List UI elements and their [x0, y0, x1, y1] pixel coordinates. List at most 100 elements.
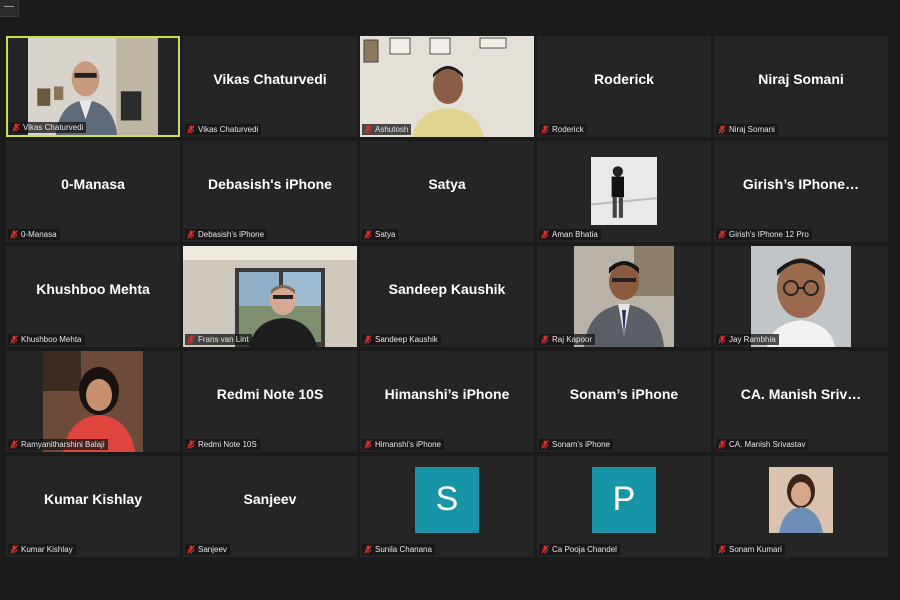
participant-name-label: Ashutosh [362, 124, 412, 135]
participant-display-name: Himanshi’s iPhone [384, 385, 510, 402]
participant-tile[interactable]: Ramyanitharshini Balaji [6, 351, 180, 452]
participant-display-name: Kumar Kishlay [43, 490, 143, 507]
participant-display-name: Sonam’s iPhone [569, 385, 679, 402]
participant-display-name: Niraj Somani [758, 70, 844, 87]
participant-name-text: Roderick [552, 125, 584, 134]
participant-display-name: Redmi Note 10S [216, 385, 324, 402]
participant-name-text: Himanshi's iPhone [375, 440, 442, 449]
muted-mic-icon [541, 440, 549, 449]
participant-name-label: Jay Rambhia [716, 334, 779, 345]
participant-name-text: Redmi Note 10S [198, 440, 257, 449]
muted-mic-icon [10, 545, 18, 554]
participant-name-text: Sonam Kumari [729, 545, 782, 554]
participant-name-label: Ramyanitharshini Balaji [8, 439, 108, 450]
participant-display-name: 0-Manasa [61, 175, 125, 192]
participant-tile[interactable]: Raj Kapoor [537, 246, 711, 347]
participant-tile[interactable]: P Ca Pooja Chandel [537, 456, 711, 557]
participant-profile-photo [574, 246, 674, 347]
participant-name-text: Kumar Kishlay [21, 545, 73, 554]
participant-name-label: Girish's IPhone 12 Pro [716, 229, 812, 240]
muted-mic-icon [187, 545, 195, 554]
participant-display-name: Debasish's iPhone [208, 175, 332, 192]
participant-display-name: Girish’s IPhone… [742, 175, 860, 192]
participant-name-text: Niraj Somani [729, 125, 775, 134]
participant-name-label: Sunila Chanana [362, 544, 435, 555]
muted-mic-icon [364, 335, 372, 344]
participant-display-name: Sandeep Kaushik [388, 280, 506, 297]
muted-mic-icon [187, 125, 195, 134]
participant-tile[interactable]: Niraj Somani Niraj Somani [714, 36, 888, 137]
participant-name-label: Sandeep Kaushik [362, 334, 441, 345]
muted-mic-icon [718, 125, 726, 134]
participant-profile-photo [43, 351, 143, 452]
muted-mic-icon [364, 440, 372, 449]
participant-display-name: Sanjeev [243, 490, 297, 507]
participant-name-text: Ca Pooja Chandel [552, 545, 617, 554]
participant-name-label: Redmi Note 10S [185, 439, 260, 450]
participant-tile[interactable]: S Sunila Chanana [360, 456, 534, 557]
participant-name-label: Debasish's iPhone [185, 229, 268, 240]
participant-profile-photo [751, 246, 851, 347]
participant-tile[interactable]: Frans van Lint [183, 246, 357, 347]
muted-mic-icon [541, 125, 549, 134]
participant-tile[interactable]: Ashutosh [360, 36, 534, 137]
participant-tile[interactable]: CA. Manish Sriv… CA. Manish Srivastav [714, 351, 888, 452]
participant-name-label: Satya [362, 229, 399, 240]
participant-tile[interactable]: Kumar Kishlay Kumar Kishlay [6, 456, 180, 557]
participant-name-text: CA. Manish Srivastav [729, 440, 806, 449]
muted-mic-icon [10, 230, 18, 239]
participant-name-text: Aman Bhatia [552, 230, 598, 239]
muted-mic-icon [541, 545, 549, 554]
participant-tile[interactable]: Satya Satya [360, 141, 534, 242]
participant-name-text: Vikas Chaturvedi [23, 123, 84, 132]
participant-profile-photo [769, 466, 833, 533]
participant-name-label: Vikas Chaturvedi [185, 124, 262, 135]
participant-video [183, 246, 357, 347]
participant-tile[interactable]: Sanjeev Sanjeev [183, 456, 357, 557]
participant-name-label: Raj Kapoor [539, 334, 596, 345]
participant-tile[interactable]: Debasish's iPhone Debasish's iPhone [183, 141, 357, 242]
muted-mic-icon [12, 123, 20, 132]
muted-mic-icon [364, 230, 372, 239]
participant-name-text: Frans van Lint [198, 335, 249, 344]
participant-tile[interactable]: Khushboo Mehta Khushboo Mehta [6, 246, 180, 347]
participant-tile[interactable]: Sandeep Kaushik Sandeep Kaushik [360, 246, 534, 347]
participant-tile[interactable]: Redmi Note 10S Redmi Note 10S [183, 351, 357, 452]
participant-name-label: Niraj Somani [716, 124, 778, 135]
muted-mic-icon [718, 335, 726, 344]
participant-name-label: Sonam's iPhone [539, 439, 614, 450]
participant-name-text: Sanjeev [198, 545, 227, 554]
muted-mic-icon [364, 125, 372, 134]
muted-mic-icon [187, 230, 195, 239]
participant-name-text: Ashutosh [375, 125, 409, 134]
participant-avatar-initial: P [592, 466, 656, 533]
participant-profile-photo [590, 157, 658, 225]
participant-name-text: Debasish's iPhone [198, 230, 265, 239]
participant-name-label: 0-Manasa [8, 229, 60, 240]
participant-name-text: Satya [375, 230, 396, 239]
gallery-grid: Vikas Chaturvedi Vikas Chaturvedi Vikas Ch… [6, 36, 890, 557]
participant-display-name: Satya [428, 175, 466, 192]
participant-tile[interactable]: Roderick Roderick [537, 36, 711, 137]
participant-name-label: Frans van Lint [185, 334, 252, 345]
participant-name-label: Kumar Kishlay [8, 544, 76, 555]
participant-tile[interactable]: Sonam Kumari [714, 456, 888, 557]
participant-tile[interactable]: Girish’s IPhone… Girish's IPhone 12 Pro [714, 141, 888, 242]
participant-tile[interactable]: Himanshi’s iPhone Himanshi's iPhone [360, 351, 534, 452]
participant-tile[interactable]: Jay Rambhia [714, 246, 888, 347]
participant-tile[interactable]: Sonam’s iPhone Sonam's iPhone [537, 351, 711, 452]
participant-tile[interactable]: Aman Bhatia [537, 141, 711, 242]
participant-name-label: Roderick [539, 124, 587, 135]
participant-name-label: Khushboo Mehta [8, 334, 85, 345]
participant-tile[interactable]: Vikas Chaturvedi [6, 36, 180, 137]
participant-display-name: CA. Manish Sriv… [740, 385, 862, 402]
window-menu-button[interactable]: — [0, 0, 19, 17]
participant-name-text: Jay Rambhia [729, 335, 776, 344]
muted-mic-icon [364, 545, 372, 554]
participant-name-label: Vikas Chaturvedi [10, 122, 87, 133]
participant-tile[interactable]: Vikas Chaturvedi Vikas Chaturvedi [183, 36, 357, 137]
participant-name-text: Khushboo Mehta [21, 335, 82, 344]
participant-avatar-initial: S [415, 466, 479, 533]
participant-video [360, 36, 534, 137]
participant-tile[interactable]: 0-Manasa 0-Manasa [6, 141, 180, 242]
